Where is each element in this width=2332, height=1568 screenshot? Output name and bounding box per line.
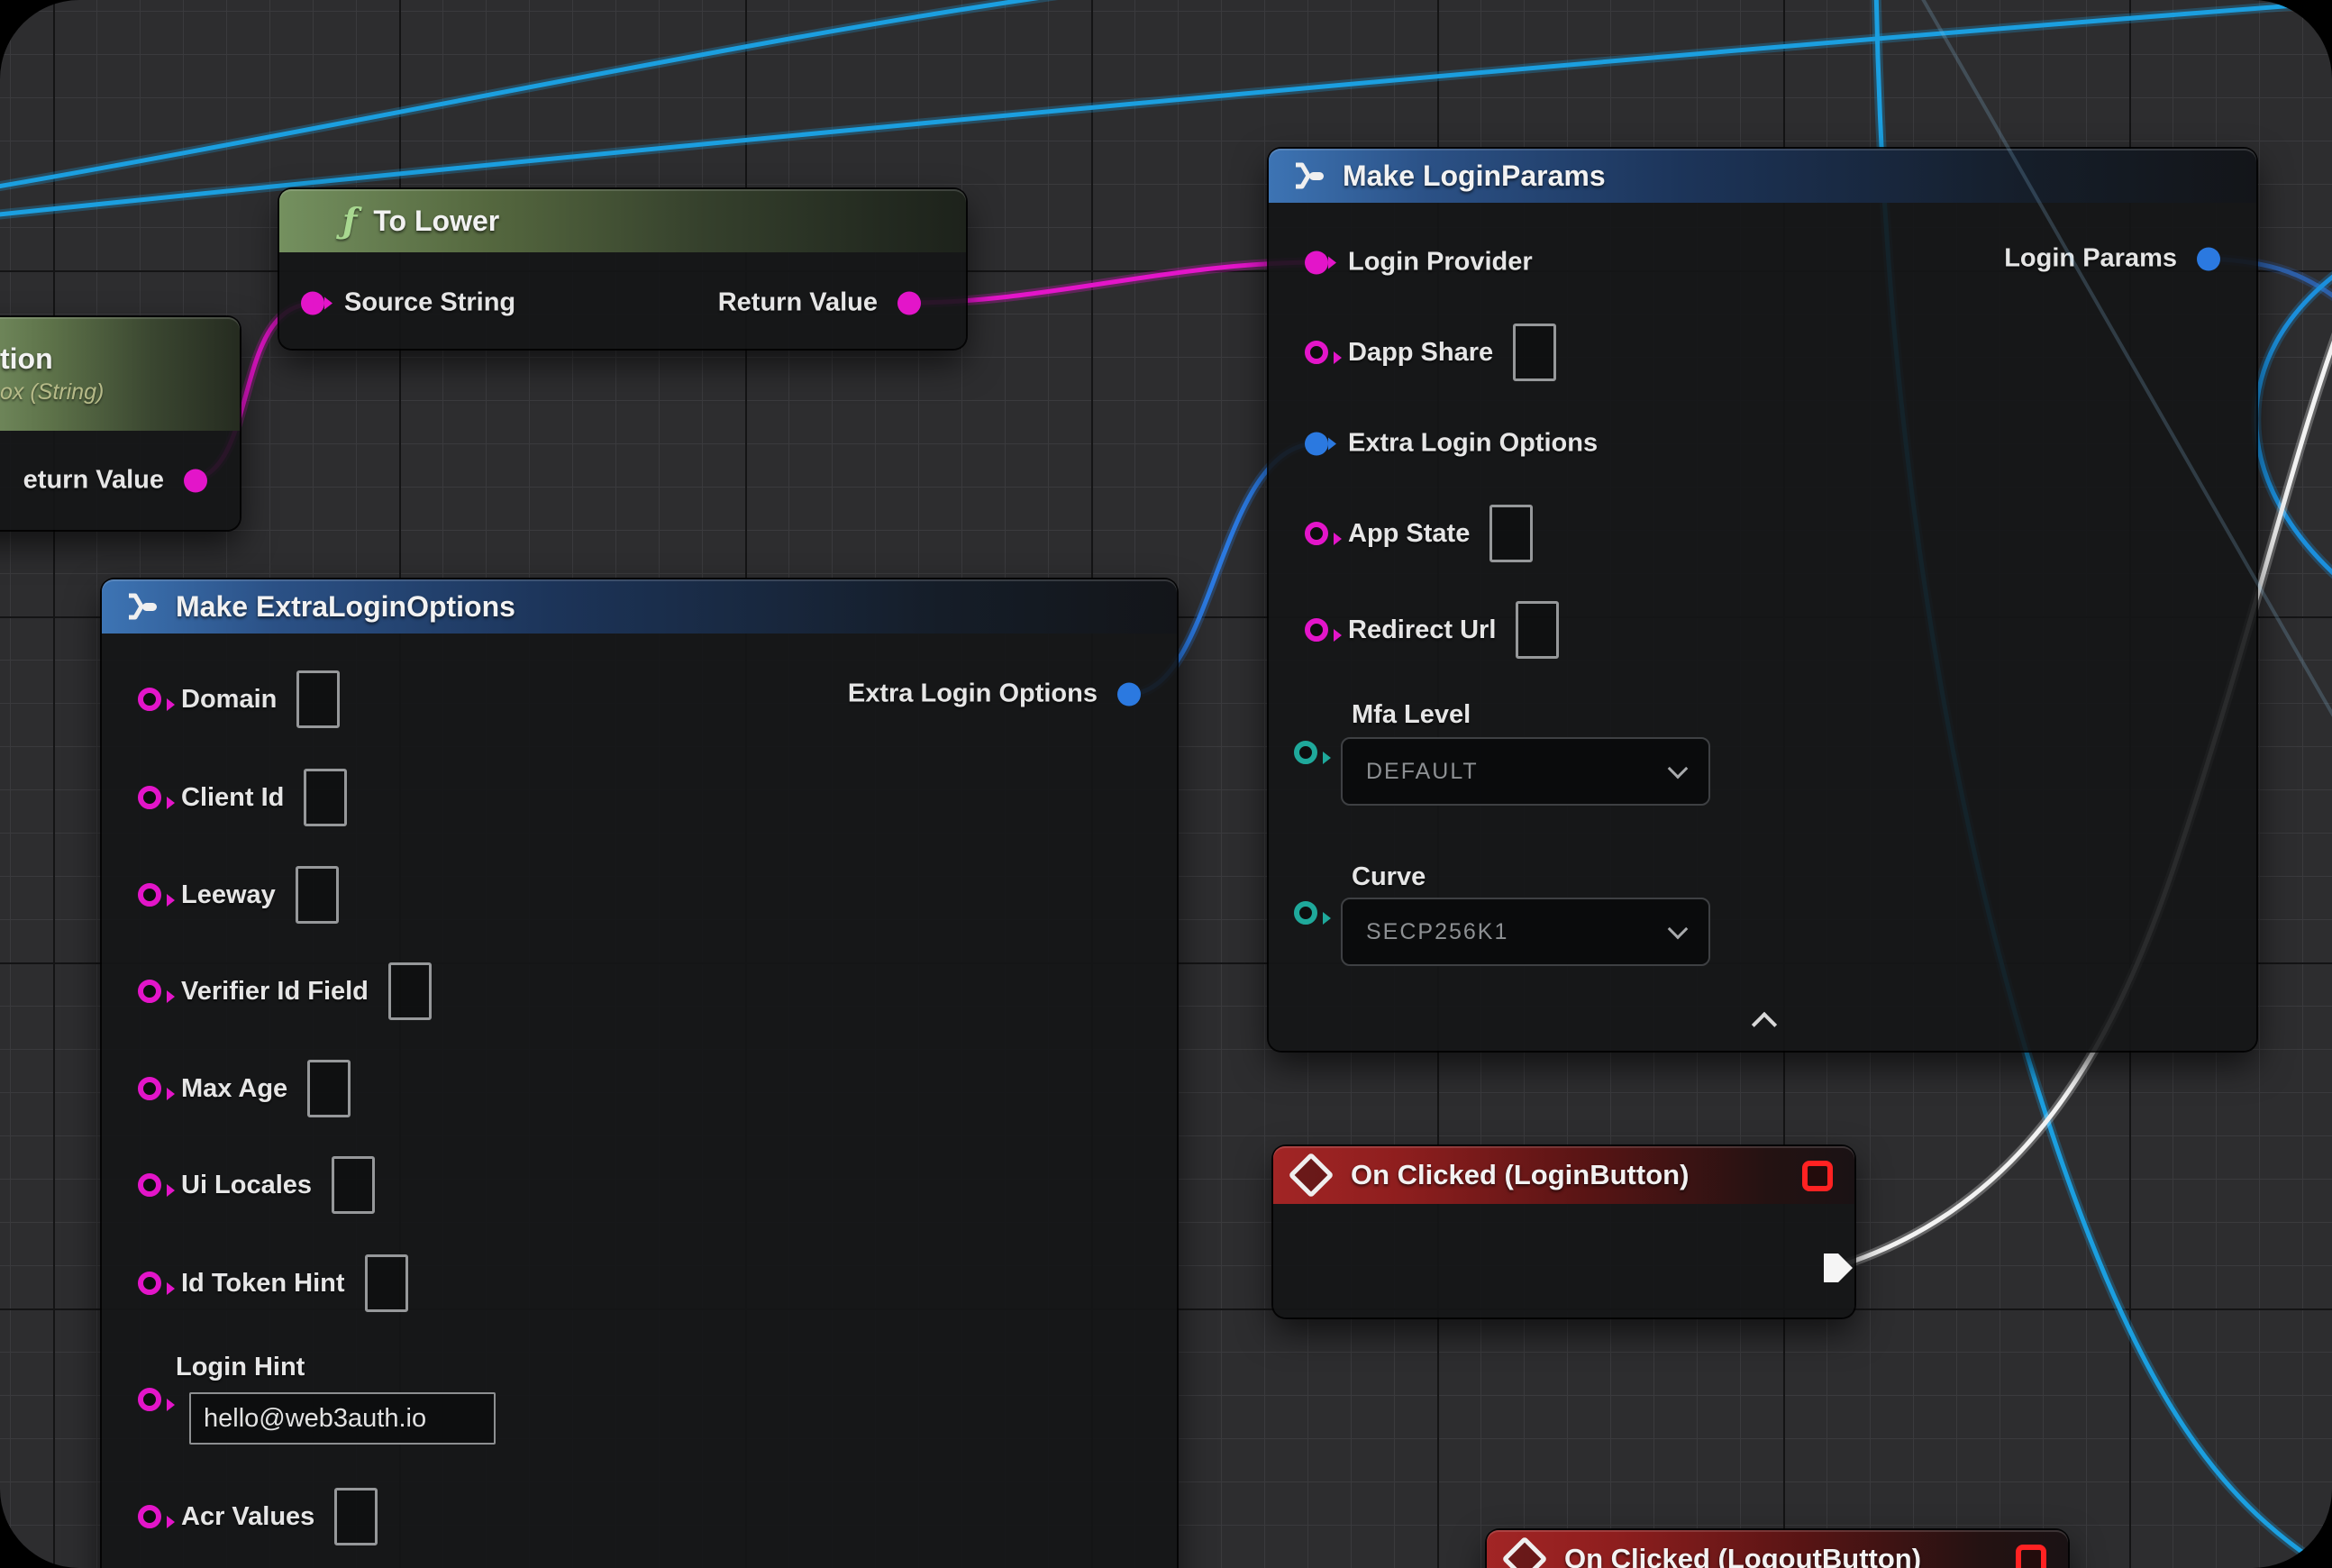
return-value-label: Return Value [718,288,878,318]
max-age-label: Max Age [181,1074,287,1104]
event-diamond-icon [1502,1536,1548,1568]
acr-values-label: Acr Values [181,1502,314,1532]
make-struct-icon [1290,161,1326,190]
redirect-url-pin[interactable] [1305,618,1328,642]
widget-bound-event-icon [2016,1545,2046,1568]
node-on-clicked-logout-button[interactable]: On Clicked (LogoutButton) [1487,1530,2068,1568]
node-make-login-params[interactable]: Make LoginParams Login Params Login Prov… [1269,149,2256,1051]
wire-cyan-top-1 [0,0,1122,189]
login-hint-input[interactable] [189,1392,496,1445]
wire-pink-tolower-to-provider [909,262,1318,303]
return-value-label: eturn Value [23,466,164,496]
extra-login-options-out-pin[interactable] [1117,682,1141,706]
client-id-value-box[interactable] [304,769,347,826]
ui-locales-label: Ui Locales [181,1171,312,1200]
node-make-extra-login-options[interactable]: Make ExtraLoginOptions Extra Login Optio… [102,579,1177,1568]
id-token-hint-label: Id Token Hint [181,1269,345,1299]
node-title: On Clicked (LoginButton) [1351,1159,1689,1191]
chevron-down-icon [1668,919,1689,940]
node-title: To Lower [373,205,499,238]
client-id-label: Client Id [181,783,284,813]
make-struct-icon [123,592,159,621]
node-on-clicked-login-button[interactable]: On Clicked (LoginButton) [1273,1146,1854,1317]
node-header[interactable]: On Clicked (LogoutButton) [1487,1530,2068,1568]
node-title: On Clicked (LogoutButton) [1564,1543,1921,1568]
ui-locales-pin[interactable] [138,1173,161,1197]
node-text-source-partial[interactable]: tion ox (String) eturn Value [0,317,240,530]
redirect-url-value-box[interactable] [1516,601,1559,659]
mfa-level-label: Mfa Level [1352,700,1471,730]
app-state-pin[interactable] [1305,522,1328,545]
extra-login-options-out-label: Extra Login Options [848,679,1098,709]
login-provider-label: Login Provider [1348,248,1533,278]
login-hint-label: Login Hint [176,1353,305,1382]
verifier-id-field-label: Verifier Id Field [181,977,369,1007]
widget-bound-event-icon [1802,1161,1833,1191]
ui-locales-value-box[interactable] [332,1156,375,1214]
login-provider-pin[interactable] [1305,251,1328,274]
app-state-label: App State [1348,519,1470,549]
redirect-url-label: Redirect Url [1348,615,1496,645]
acr-values-value-box[interactable] [334,1488,378,1545]
node-header[interactable]: Make LoginParams [1269,149,2256,203]
mfa-level-dropdown[interactable]: DEFAULT [1341,737,1710,806]
mfa-level-value: DEFAULT [1366,759,1479,785]
id-token-hint-pin[interactable] [138,1272,161,1295]
node-header[interactable]: Make ExtraLoginOptions [102,579,1177,634]
curve-dropdown[interactable]: SECP256K1 [1341,898,1710,966]
dapp-share-label: Dapp Share [1348,338,1493,368]
exec-out-pin[interactable] [1817,1247,1858,1289]
wire-cyan-right-arc [2256,266,2332,586]
node-header[interactable]: On Clicked (LoginButton) [1273,1146,1854,1204]
curve-label: Curve [1352,862,1426,892]
domain-value-box[interactable] [296,670,340,728]
max-age-value-box[interactable] [307,1060,351,1117]
mfa-level-pin[interactable] [1294,741,1317,764]
verifier-id-field-value-box[interactable] [388,962,432,1020]
extra-login-options-in-label: Extra Login Options [1348,429,1598,459]
leeway-label: Leeway [181,880,276,910]
domain-pin[interactable] [138,688,161,711]
function-icon: ƒ [342,204,357,238]
event-diamond-icon [1289,1153,1335,1199]
node-title: Make LoginParams [1343,160,1606,193]
dapp-share-pin[interactable] [1305,341,1328,364]
node-header[interactable]: ƒ To Lower [279,189,966,252]
node-header[interactable]: tion ox (String) [0,317,240,431]
leeway-pin[interactable] [138,883,161,907]
login-params-out-label: Login Params [2004,244,2177,274]
verifier-id-field-pin[interactable] [138,980,161,1003]
blueprint-graph-canvas[interactable]: tion ox (String) eturn Value ƒ To Lower … [0,0,2332,1568]
login-params-out-pin[interactable] [2197,247,2220,270]
extra-login-options-in-pin[interactable] [1305,432,1328,455]
leeway-value-box[interactable] [296,866,339,924]
node-to-lower[interactable]: ƒ To Lower Source String Return Value [279,189,966,349]
node-title: Make ExtraLoginOptions [176,590,515,624]
curve-value: SECP256K1 [1366,919,1508,945]
acr-values-pin[interactable] [138,1505,161,1528]
source-string-pin[interactable] [301,291,324,315]
app-state-value-box[interactable] [1489,505,1533,562]
login-hint-pin[interactable] [138,1388,161,1411]
max-age-pin[interactable] [138,1077,161,1100]
client-id-pin[interactable] [138,786,161,809]
id-token-hint-value-box[interactable] [365,1254,408,1312]
return-value-pin[interactable] [897,291,921,315]
node-title: tion [0,342,53,376]
return-value-pin[interactable] [184,469,207,492]
domain-label: Domain [181,685,277,715]
source-string-label: Source String [344,288,515,318]
curve-pin[interactable] [1294,901,1317,925]
node-subtitle: ox (String) [0,379,104,406]
dapp-share-value-box[interactable] [1513,324,1556,381]
collapse-node-chevron[interactable] [1752,1012,1777,1037]
chevron-down-icon [1668,759,1689,779]
